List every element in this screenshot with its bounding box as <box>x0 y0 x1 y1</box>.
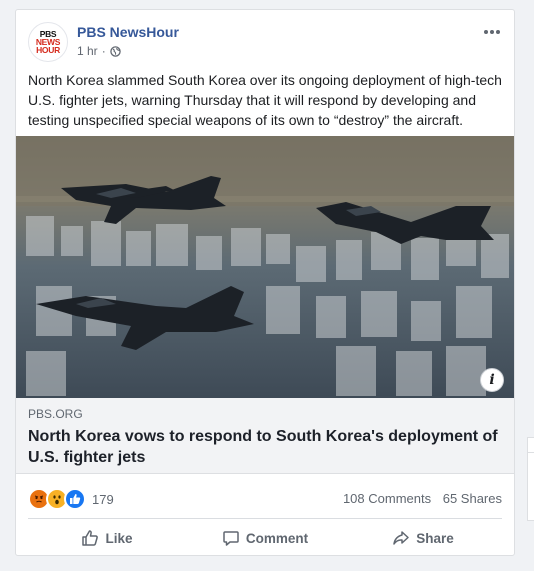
share-label: Share <box>416 530 454 546</box>
post-image[interactable]: i <box>16 136 514 398</box>
share-icon <box>393 531 409 545</box>
link-preview[interactable]: PBS.ORG North Korea vows to respond to S… <box>16 398 514 474</box>
info-icon[interactable]: i <box>480 368 504 392</box>
globe-icon[interactable] <box>109 45 121 57</box>
comments-shares: 108 Comments 65 Shares <box>335 491 502 506</box>
adjacent-panel-divider <box>527 452 534 453</box>
link-title[interactable]: North Korea vows to respond to South Kor… <box>28 426 508 468</box>
logo-line: HOUR <box>36 45 60 55</box>
post-header: PBS NEWS HOUR PBS NewsHour 1 hr · <box>28 22 502 62</box>
fighter-jets-image <box>16 136 514 398</box>
ellipsis-icon <box>490 30 494 34</box>
link-domain: PBS.ORG <box>28 407 83 421</box>
thumbs-up-icon <box>82 530 99 546</box>
meta-separator: · <box>101 44 106 58</box>
shares-count-link[interactable]: 65 Shares <box>443 491 502 506</box>
action-bar: Like Comment Share <box>28 522 502 554</box>
adjacent-panel-edge <box>527 437 534 521</box>
share-button[interactable]: Share <box>344 522 502 554</box>
comment-label: Comment <box>245 530 309 546</box>
like-button[interactable]: Like <box>28 522 186 554</box>
comments-count-link[interactable]: 108 Comments <box>343 491 431 506</box>
engagement-stats: 179 108 Comments 65 Shares <box>28 486 502 510</box>
like-icon <box>64 488 86 510</box>
more-options-button[interactable] <box>480 22 504 42</box>
divider <box>28 518 502 519</box>
post-card: PBS NEWS HOUR PBS NewsHour 1 hr · North … <box>15 9 515 556</box>
post-meta: 1 hr · <box>77 44 121 58</box>
comment-icon <box>223 531 239 546</box>
ellipsis-icon <box>484 30 488 34</box>
reaction-count: 179 <box>92 491 114 507</box>
page-name-link[interactable]: PBS NewsHour <box>77 24 179 40</box>
page-avatar[interactable]: PBS NEWS HOUR <box>28 22 68 62</box>
post-text: North Korea slammed South Korea over its… <box>28 72 502 128</box>
timestamp-link[interactable]: 1 hr <box>77 44 98 58</box>
like-label: Like <box>105 530 133 546</box>
ellipsis-icon <box>496 30 500 34</box>
comment-button[interactable]: Comment <box>186 522 344 554</box>
reactions-summary[interactable]: 179 <box>28 488 114 510</box>
